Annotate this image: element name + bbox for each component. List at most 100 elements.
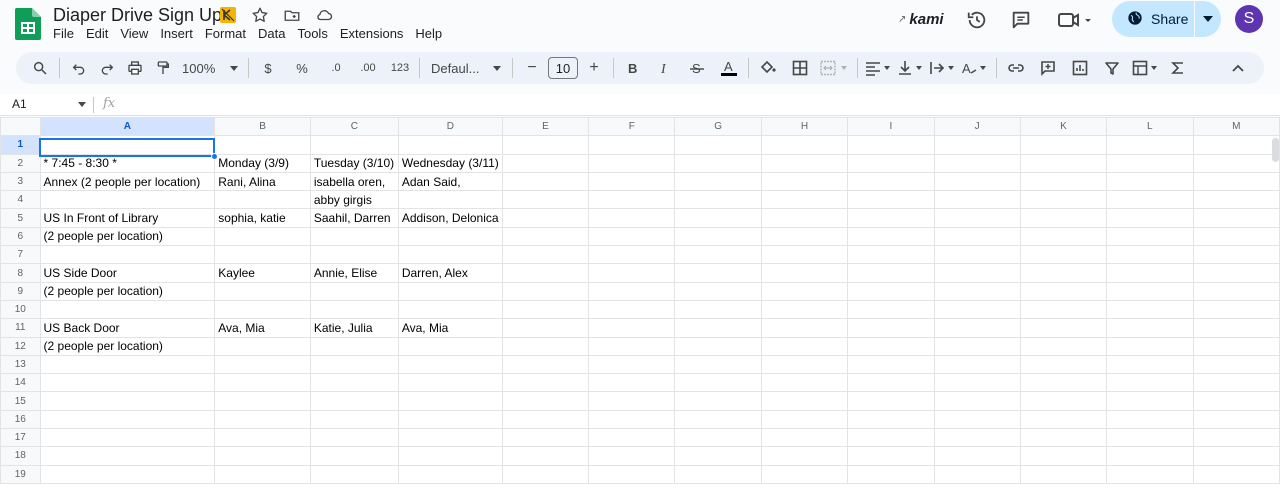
cell-m19[interactable] [1192, 464, 1280, 484]
cell-b18[interactable] [214, 446, 311, 466]
cell-d3[interactable]: Adan Said, [397, 171, 503, 192]
cell-f17[interactable] [588, 428, 676, 448]
cell-d4[interactable] [397, 190, 503, 210]
cell-k9[interactable] [1019, 281, 1108, 301]
cell-a9[interactable]: (2 people per location) [39, 281, 216, 301]
cell-c11[interactable]: Katie, Julia [309, 318, 399, 338]
print-icon[interactable] [123, 56, 147, 80]
cell-h3[interactable] [760, 171, 849, 192]
cell-i2[interactable] [847, 153, 935, 173]
cell-h10[interactable] [760, 299, 849, 320]
kami-button[interactable]: ↗ kami [898, 11, 944, 28]
cell-k5[interactable] [1019, 208, 1108, 228]
menu-data[interactable]: Data [252, 25, 291, 43]
cell-m18[interactable] [1192, 446, 1280, 466]
cell-i8[interactable] [847, 263, 935, 283]
cell-j16[interactable] [933, 409, 1021, 430]
cell-j7[interactable] [933, 245, 1021, 265]
cell-b10[interactable] [214, 299, 311, 320]
sheets-logo-icon[interactable] [15, 8, 41, 40]
cell-l11[interactable] [1106, 318, 1194, 338]
cell-j10[interactable] [933, 299, 1021, 320]
cell-m14[interactable] [1192, 373, 1280, 393]
cell-h2[interactable] [760, 153, 849, 173]
cell-b11[interactable]: Ava, Mia [214, 318, 311, 338]
cell-h16[interactable] [760, 409, 849, 430]
version-history-icon[interactable] [966, 9, 988, 31]
cell-a14[interactable] [39, 373, 216, 393]
cell-h8[interactable] [760, 263, 849, 283]
cell-i10[interactable] [847, 299, 935, 320]
cell-i11[interactable] [847, 318, 935, 338]
cell-g9[interactable] [674, 281, 762, 301]
cell-e6[interactable] [501, 226, 590, 247]
cell-c3[interactable]: isabella oren, [309, 171, 399, 192]
cell-f2[interactable] [588, 153, 676, 173]
cell-h19[interactable] [760, 464, 849, 484]
cell-e9[interactable] [501, 281, 590, 301]
merge-cells-icon[interactable] [820, 56, 850, 80]
cell-i19[interactable] [847, 464, 935, 484]
cell-h5[interactable] [760, 208, 849, 228]
font-select[interactable]: Defaul... [427, 56, 505, 80]
cell-j2[interactable] [933, 153, 1021, 173]
cell-j6[interactable] [933, 226, 1021, 247]
row-header[interactable]: 11 [0, 318, 41, 338]
cell-g2[interactable] [674, 153, 762, 173]
font-size-input[interactable]: 10 [548, 57, 578, 79]
cell-c2[interactable]: Tuesday (3/10) [309, 153, 399, 173]
cell-c1[interactable] [309, 135, 399, 155]
cell-b3[interactable]: Rani, Alina [214, 171, 311, 192]
cell-g19[interactable] [674, 464, 762, 484]
column-header-j[interactable]: J [933, 117, 1021, 137]
column-header-b[interactable]: B [214, 117, 311, 137]
cell-l17[interactable] [1106, 428, 1194, 448]
cell-f1[interactable] [588, 135, 676, 155]
cell-e14[interactable] [501, 373, 590, 393]
cell-k3[interactable] [1019, 171, 1108, 192]
cell-e4[interactable] [501, 190, 590, 210]
cell-f19[interactable] [588, 464, 676, 484]
row-header[interactable]: 17 [0, 428, 41, 448]
cell-a16[interactable] [39, 409, 216, 430]
search-menus-icon[interactable] [28, 56, 52, 80]
cell-k6[interactable] [1019, 226, 1108, 247]
decrease-decimal-button[interactable]: .0 [324, 56, 348, 80]
cell-h7[interactable] [760, 245, 849, 265]
row-header[interactable]: 9 [0, 281, 41, 301]
cell-k4[interactable] [1019, 190, 1108, 210]
cell-c5[interactable]: Saahil, Darren [309, 208, 399, 228]
cell-m16[interactable] [1192, 409, 1280, 430]
cell-c18[interactable] [309, 446, 399, 466]
cell-j17[interactable] [933, 428, 1021, 448]
cell-l1[interactable] [1106, 135, 1194, 155]
cell-b1[interactable] [214, 135, 311, 155]
cell-h13[interactable] [760, 354, 849, 375]
cell-a13[interactable] [39, 354, 216, 375]
cell-c6[interactable] [309, 226, 399, 247]
cell-e19[interactable] [501, 464, 590, 484]
avatar[interactable]: S [1235, 5, 1263, 33]
cell-a5[interactable]: US In Front of Library [39, 208, 216, 228]
cell-f15[interactable] [588, 391, 676, 411]
cell-b13[interactable] [214, 354, 311, 375]
cell-g6[interactable] [674, 226, 762, 247]
cell-l3[interactable] [1106, 171, 1194, 192]
cell-f10[interactable] [588, 299, 676, 320]
cell-b19[interactable] [214, 464, 311, 484]
select-all-corner[interactable] [0, 117, 41, 137]
cell-k19[interactable] [1019, 464, 1108, 484]
cell-g18[interactable] [674, 446, 762, 466]
cell-c4[interactable]: abby girgis [309, 190, 399, 210]
cell-d18[interactable] [397, 446, 503, 466]
text-wrapping-icon[interactable] [929, 56, 957, 80]
cell-h12[interactable] [760, 336, 849, 356]
cell-e12[interactable] [501, 336, 590, 356]
cell-j4[interactable] [933, 190, 1021, 210]
row-header[interactable]: 13 [0, 354, 41, 375]
cell-d17[interactable] [397, 428, 503, 448]
cell-d2[interactable]: Wednesday (3/11) [397, 153, 503, 173]
cell-m4[interactable] [1192, 190, 1280, 210]
cell-f11[interactable] [588, 318, 676, 338]
redo-icon[interactable] [95, 56, 119, 80]
